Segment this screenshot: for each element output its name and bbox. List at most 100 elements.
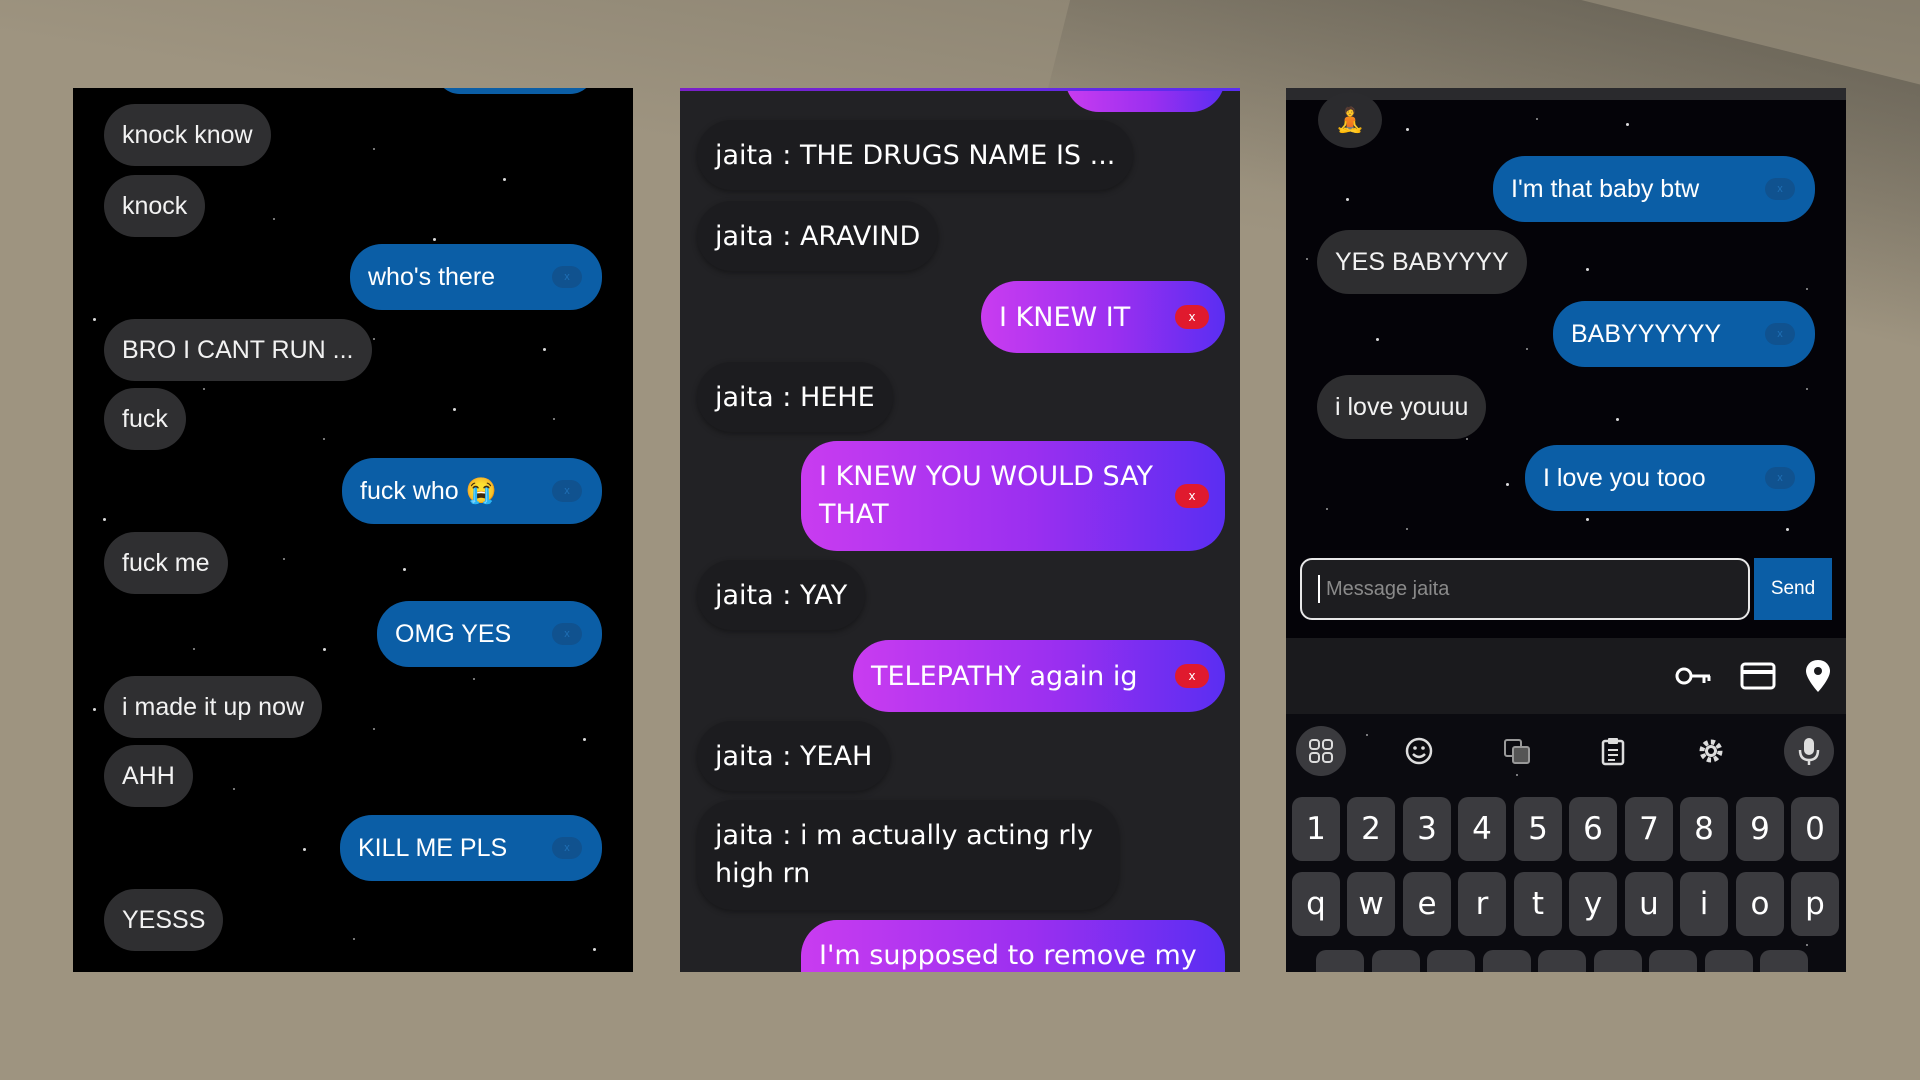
key-8[interactable]: 8 [1680, 797, 1728, 861]
delete-message-button[interactable]: x [1765, 467, 1795, 489]
key-e[interactable]: e [1403, 872, 1451, 936]
key-y[interactable]: y [1569, 872, 1617, 936]
translate-icon[interactable] [1492, 726, 1542, 776]
message-bubble-received[interactable]: fuck [104, 388, 186, 450]
message-bubble-sent[interactable]: who's there x [350, 244, 602, 310]
key-partial[interactable] [1594, 950, 1642, 972]
key-7[interactable]: 7 [1625, 797, 1673, 861]
delete-message-button[interactable]: x [552, 266, 582, 288]
key-partial[interactable] [1760, 950, 1808, 972]
key-partial[interactable] [1705, 950, 1753, 972]
message-bubble-sent[interactable]: I KNEW YOU WOULD SAY THAT x [801, 441, 1225, 551]
key-p[interactable]: p [1791, 872, 1839, 936]
location-pin-icon[interactable] [1798, 658, 1838, 694]
key-partial[interactable] [1427, 950, 1475, 972]
key-partial[interactable] [1483, 950, 1531, 972]
message-bubble-sent-partial[interactable] [1065, 88, 1225, 112]
key-partial[interactable] [1316, 950, 1364, 972]
message-bubble-sent[interactable]: KILL ME PLS x [340, 815, 602, 881]
credit-card-icon[interactable] [1738, 658, 1778, 694]
key-9[interactable]: 9 [1736, 797, 1784, 861]
message-text: OMG YES [395, 619, 512, 648]
message-bubble-received[interactable]: jaita : HEHE [697, 362, 893, 432]
message-input[interactable] [1323, 576, 1748, 602]
key-r[interactable]: r [1458, 872, 1506, 936]
message-text: jaita : ARAVIND [715, 220, 921, 252]
clipboard-icon[interactable] [1588, 726, 1638, 776]
message-text: jaita : YEAH [715, 740, 873, 772]
message-bubble-received[interactable]: jaita : i m actually acting rly high rn [697, 800, 1119, 910]
message-text: I love you tooo [1543, 463, 1706, 492]
delete-message-button[interactable]: x [1175, 664, 1209, 688]
key-partial[interactable] [1372, 950, 1420, 972]
delete-message-button[interactable]: x [1175, 484, 1209, 508]
key-6[interactable]: 6 [1569, 797, 1617, 861]
key-4[interactable]: 4 [1458, 797, 1506, 861]
message-bubble-received[interactable]: YESSS [104, 889, 224, 951]
message-bubble-received[interactable]: fuck me [104, 532, 228, 594]
settings-gear-icon[interactable] [1686, 726, 1736, 776]
chat-panel-middle: jaita : THE DRUGS NAME IS ... jaita : AR… [680, 88, 1240, 972]
key-w[interactable]: w [1347, 872, 1395, 936]
key-q[interactable]: q [1292, 872, 1340, 936]
gradient-edge [680, 88, 1240, 91]
message-bubble-received[interactable]: jaita : THE DRUGS NAME IS ... [697, 120, 1134, 190]
message-text: jaita : HEHE [715, 381, 875, 413]
key-t[interactable]: t [1514, 872, 1562, 936]
key-2[interactable]: 2 [1347, 797, 1395, 861]
key-icon[interactable] [1674, 658, 1714, 694]
key-partial[interactable] [1538, 950, 1586, 972]
key-5[interactable]: 5 [1514, 797, 1562, 861]
message-bubble-sent[interactable]: fuck who 😭 x [342, 458, 602, 524]
key-partial[interactable] [1649, 950, 1697, 972]
emoji-icon[interactable] [1394, 726, 1444, 776]
message-bubble-received[interactable]: i made it up now [104, 676, 323, 738]
delete-message-button[interactable]: x [552, 480, 582, 502]
key-o[interactable]: o [1736, 872, 1784, 936]
message-bubble-received[interactable]: knock know [104, 104, 271, 166]
message-bubble-sent[interactable]: BABYYYYYY x [1553, 301, 1815, 367]
key-0[interactable]: 0 [1791, 797, 1839, 861]
message-bubble-sent-partial[interactable] [435, 88, 595, 94]
delete-message-button[interactable]: x [1175, 305, 1209, 329]
message-text: knock [122, 191, 188, 220]
message-text: TELEPATHY again ig [871, 660, 1138, 692]
chat-panel-left: knock know knock who's there x BRO I CANT… [73, 88, 633, 972]
message-bubble-sent[interactable]: OMG YES x [377, 601, 602, 667]
key-u[interactable]: u [1625, 872, 1673, 936]
message-text: jaita : YAY [715, 579, 848, 611]
message-text: KILL ME PLS [358, 833, 508, 862]
message-bubble-received[interactable]: BRO I CANT RUN ... [104, 319, 372, 381]
message-bubble-sent[interactable]: TELEPATHY again ig x [853, 640, 1225, 712]
send-button[interactable]: Send [1754, 558, 1832, 620]
message-bubble-received[interactable]: YES BABYYYY [1317, 230, 1527, 294]
message-bubble-sent[interactable]: I'm supposed to remove my [801, 920, 1225, 972]
message-text: jaita : i m actually acting rly high rn [715, 820, 1093, 889]
message-bubble-sent[interactable]: I KNEW IT x [981, 281, 1225, 353]
message-text: who's there [368, 262, 496, 291]
delete-message-button[interactable]: x [552, 623, 582, 645]
message-bubble-received[interactable]: jaita : ARAVIND [697, 201, 939, 271]
message-bubble-sent[interactable]: I'm that baby btw x [1493, 156, 1815, 222]
apps-grid-icon[interactable] [1296, 726, 1346, 776]
contact-avatar[interactable]: 🧘 [1318, 92, 1382, 148]
message-input-container[interactable] [1300, 558, 1750, 620]
message-text: fuck who 😭 [360, 476, 497, 505]
key-3[interactable]: 3 [1403, 797, 1451, 861]
message-bubble-received[interactable]: AHH [104, 745, 193, 807]
message-text: knock know [122, 120, 253, 149]
message-bubble-sent[interactable]: I love you tooo x [1525, 445, 1815, 511]
message-text: fuck me [122, 548, 210, 577]
delete-message-button[interactable]: x [1765, 178, 1795, 200]
onscreen-keyboard: 1 2 3 4 5 6 7 8 9 0 q w e r t y u i o p [1286, 714, 1846, 972]
key-1[interactable]: 1 [1292, 797, 1340, 861]
key-i[interactable]: i [1680, 872, 1728, 936]
message-bubble-received[interactable]: jaita : YEAH [697, 721, 891, 791]
delete-message-button[interactable]: x [552, 837, 582, 859]
message-bubble-received[interactable]: knock [104, 175, 206, 237]
message-bubble-received[interactable]: i love youuu [1317, 375, 1487, 439]
delete-message-button[interactable]: x [1765, 323, 1795, 345]
microphone-icon[interactable] [1784, 726, 1834, 776]
message-text: I KNEW YOU WOULD SAY THAT [819, 461, 1154, 530]
message-bubble-received[interactable]: jaita : YAY [697, 560, 866, 630]
